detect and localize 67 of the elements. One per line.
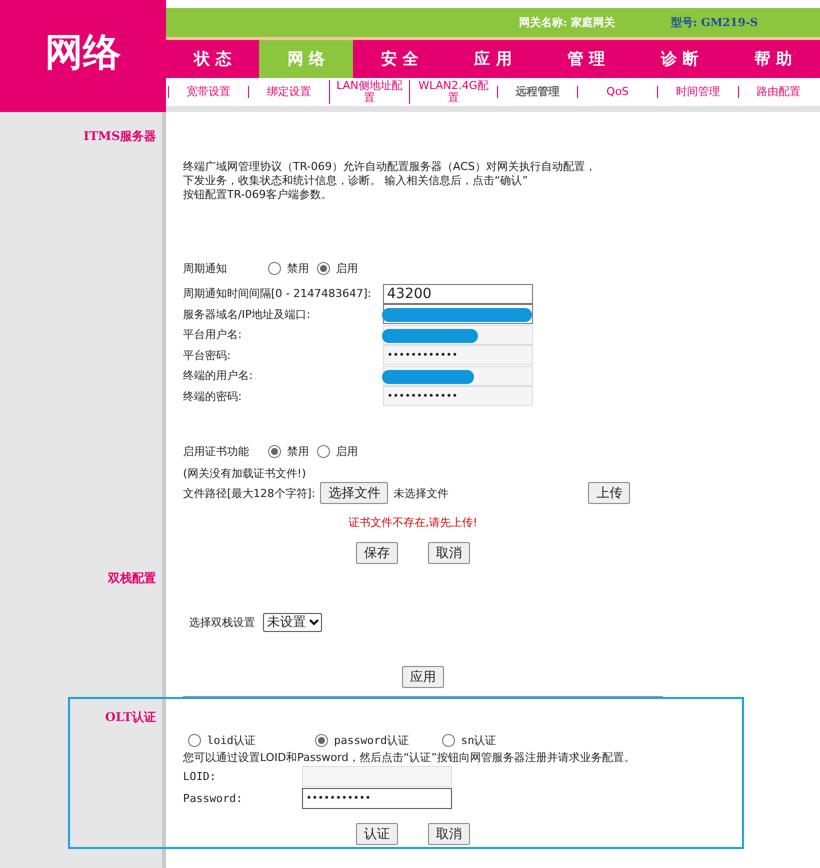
field-label: 周期通知时间间隔[0 - 2147483647]: [183, 286, 372, 302]
subnav-link[interactable]: 时间管理 [657, 86, 738, 98]
radio-label: loid认证 [207, 732, 256, 748]
section-title: OLT认证 [105, 709, 156, 725]
radio-button[interactable] [317, 262, 330, 276]
cancel-button[interactable]: 取消 [428, 542, 470, 564]
error-message: 证书文件不存在,请先上传! [348, 514, 478, 530]
gateway-model: 型号: GM219-S [671, 15, 758, 30]
nav-tab[interactable]: 安 全 [352, 40, 446, 78]
field-label: 周期通知 [183, 261, 228, 276]
radio-label: 禁用 [287, 261, 309, 276]
field-label: LOID: [183, 770, 218, 782]
input-field[interactable] [383, 304, 533, 324]
radio-label: 禁用 [287, 444, 309, 459]
choose-file-button[interactable]: 选择文件 [320, 482, 388, 504]
section-title: 双栈配置 [108, 570, 156, 586]
description-text: 您可以通过设置LOID和Password，然后点击“认证”按钮向网管服务器注册并请求业务配置。 [183, 750, 635, 764]
radio-label: 启用 [336, 261, 358, 276]
description-text: 终端广域网管理协议（TR-069）允许自动配置服务器（ACS）对网关执行自动配置， [183, 160, 596, 174]
field-label: 终端的密码: [183, 388, 243, 404]
subnav-link[interactable]: QoS [576, 86, 658, 98]
radio-button[interactable] [268, 262, 281, 276]
input-field[interactable]: 43200 [383, 284, 533, 304]
subnav-link[interactable]: 远程管理 [496, 86, 577, 98]
nav-tab[interactable]: 应 用 [446, 40, 540, 78]
subnav-link[interactable]: 绑定设置 [248, 86, 329, 98]
radio-button[interactable] [268, 444, 281, 458]
field-label: 平台密码: [183, 348, 232, 363]
input-field[interactable]: ••••••••••• [302, 788, 452, 808]
save-button[interactable]: 保存 [356, 542, 398, 564]
radio-label: sn认证 [461, 732, 496, 748]
apply-button[interactable]: 应用 [402, 666, 444, 688]
cancel-button[interactable]: 取消 [428, 823, 470, 845]
subnav-link[interactable]: WLAN2.4G配置 [409, 80, 497, 104]
field-label: 服务器域名/IP地址及端口: [183, 306, 312, 322]
radio-label: 启用 [336, 444, 358, 459]
radio-button[interactable] [188, 734, 201, 746]
nav-tab[interactable]: 管 理 [540, 40, 634, 78]
field-label: Password: [183, 792, 244, 804]
radio-button[interactable] [315, 734, 328, 746]
radio-label: password认证 [334, 732, 410, 748]
subnav-link[interactable]: LAN侧地址配置 [328, 80, 410, 104]
field-label: 文件路径[最大128个字符]: [183, 486, 316, 501]
upload-button[interactable]: 上传 [588, 482, 630, 504]
input-field[interactable]: •••••••••••• [383, 345, 533, 366]
caret-icon [309, 618, 319, 626]
nav-tab[interactable]: 帮 助 [726, 40, 820, 78]
radio-button[interactable] [317, 444, 330, 458]
dropdown[interactable]: 未设置 [263, 612, 322, 632]
field-label: 终端的用户名: [183, 368, 254, 384]
field-label: 启用证书功能 [183, 444, 250, 459]
field-label: 平台用户名: [183, 327, 243, 342]
subnav-link[interactable]: 宽带设置 [168, 86, 248, 98]
description-text: 下发业务，收集状态和统计信息，诊断。 输入相关信息后，点击“确认” [183, 174, 528, 188]
nav-tab[interactable]: 状 态 [166, 40, 260, 78]
subnav-link[interactable]: 路由配置 [738, 86, 818, 98]
description-text: 按钮配置TR-069客户端参数。 [183, 188, 332, 202]
input-field[interactable]: •••••••••••• [383, 386, 533, 406]
gateway-name: 网关名称: 家庭网关 [519, 15, 616, 30]
file-status: 未选择文件 [393, 486, 450, 501]
note-text: (网关没有加载证书文件!) [183, 466, 306, 482]
auth-button[interactable]: 认证 [356, 823, 398, 845]
nav-tab[interactable]: 诊 断 [633, 40, 727, 78]
logo-title: 网络 [0, 0, 166, 112]
field-label: 选择双栈设置 [189, 614, 255, 630]
section-title: ITMS服务器 [84, 128, 156, 144]
radio-button[interactable] [442, 734, 455, 746]
